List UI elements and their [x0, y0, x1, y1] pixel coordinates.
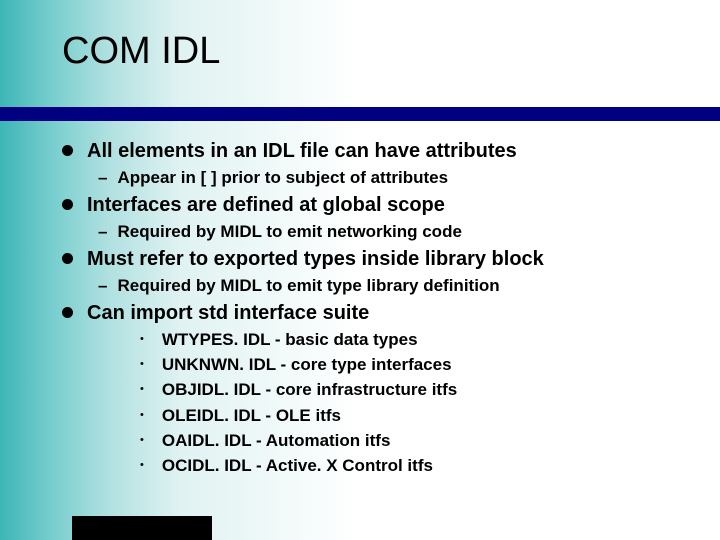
small-bullet-icon: • — [140, 435, 144, 446]
slide-title: COM IDL — [62, 30, 720, 73]
sub-bullet-dot: • OCIDL. IDL - Active. X Control itfs — [140, 455, 692, 477]
small-bullet-icon: • — [140, 384, 144, 395]
top-bullet: All elements in an IDL file can have att… — [62, 139, 692, 164]
sub-bullet-dot: • OBJIDL. IDL - core infrastructure itfs — [140, 379, 692, 401]
sub-bullet-text: OCIDL. IDL - Active. X Control itfs — [162, 455, 433, 477]
sub-bullet-dash: –Required by MIDL to emit networking cod… — [98, 221, 692, 243]
small-bullet-icon: • — [140, 359, 144, 370]
sub-bullet-text: OLEIDL. IDL - OLE itfs — [162, 405, 341, 427]
bullet-icon — [62, 199, 73, 210]
small-bullet-icon: • — [140, 334, 144, 345]
sub-bullet-text: WTYPES. IDL - basic data types — [162, 329, 418, 351]
bullet-text: Must refer to exported types inside libr… — [87, 247, 544, 272]
bullet-text: Interfaces are defined at global scope — [87, 193, 445, 218]
dash-icon: – — [98, 167, 107, 189]
bullet-icon — [62, 253, 73, 264]
footer-block — [72, 516, 212, 540]
bullet-text: Can import std interface suite — [87, 301, 369, 326]
sub-bullet-text: Appear in [ ] prior to subject of attrib… — [117, 167, 448, 189]
bullet-icon — [62, 145, 73, 156]
sub-bullet-dash: –Required by MIDL to emit type library d… — [98, 275, 692, 297]
title-underline — [0, 107, 720, 121]
bullet-text: All elements in an IDL file can have att… — [87, 139, 517, 164]
top-bullet: Can import std interface suite — [62, 301, 692, 326]
sub-bullet-dot: • OAIDL. IDL - Automation itfs — [140, 430, 692, 452]
small-bullet-icon: • — [140, 410, 144, 421]
sub-bullet-dot: • OLEIDL. IDL - OLE itfs — [140, 405, 692, 427]
title-area: COM IDL — [0, 0, 720, 73]
dash-icon: – — [98, 221, 107, 243]
top-bullet: Must refer to exported types inside libr… — [62, 247, 692, 272]
sub-bullet-text: OBJIDL. IDL - core infrastructure itfs — [162, 379, 457, 401]
slide-content: All elements in an IDL file can have att… — [62, 135, 692, 480]
sub-bullet-text: Required by MIDL to emit type library de… — [117, 275, 499, 297]
sub-bullet-text: UNKNWN. IDL - core type interfaces — [162, 354, 452, 376]
dash-icon: – — [98, 275, 107, 297]
sub-bullet-text: Required by MIDL to emit networking code — [117, 221, 461, 243]
top-bullet: Interfaces are defined at global scope — [62, 193, 692, 218]
sub-bullet-dot: • WTYPES. IDL - basic data types — [140, 329, 692, 351]
sub-bullet-text: OAIDL. IDL - Automation itfs — [162, 430, 391, 452]
small-bullet-icon: • — [140, 460, 144, 471]
sub-bullet-dot: • UNKNWN. IDL - core type interfaces — [140, 354, 692, 376]
sub-bullet-dash: –Appear in [ ] prior to subject of attri… — [98, 167, 692, 189]
bullet-icon — [62, 307, 73, 318]
